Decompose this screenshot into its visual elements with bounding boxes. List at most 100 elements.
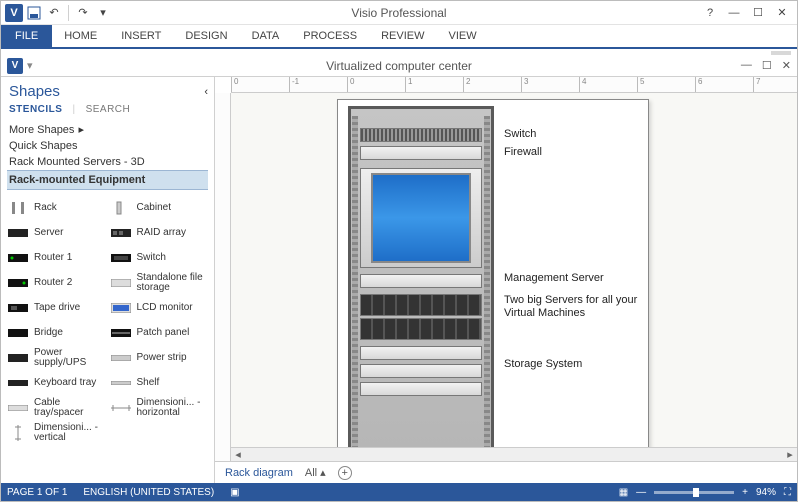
group-quick-shapes[interactable]: Quick Shapes [7,138,212,154]
window-controls: ? — ☐ ✕ [703,6,797,19]
stencil-item[interactable]: Power strip [110,346,213,370]
file-tab[interactable]: FILE [1,25,52,47]
rack-switch[interactable] [360,128,482,142]
stencil-item[interactable]: Standalone file storage [110,271,213,295]
stencil-icon [110,250,132,266]
zoom-level[interactable]: 94% [756,487,776,498]
page-tab-all[interactable]: All ▴ [305,466,326,479]
undo-icon[interactable]: ↶ [45,4,63,22]
stencil-icon [7,300,29,316]
collapse-panel-icon[interactable]: ‹ [204,86,208,98]
stencil-label: RAID array [137,228,186,238]
document-title: Virtualized computer center [326,59,472,73]
page-tab-active[interactable]: Rack diagram [225,467,293,479]
fit-page-icon[interactable]: ⛶ [784,487,791,498]
stencil-label: Bridge [34,328,63,338]
view-presentation-icon[interactable]: ▦ [619,487,628,498]
stencil-icon [7,350,29,366]
stencil-item[interactable]: Router 1 [7,246,110,270]
close-icon[interactable]: ✕ [775,6,789,19]
tab-review[interactable]: REVIEW [369,25,436,47]
zoom-in-icon[interactable]: + [742,487,748,498]
tab-view[interactable]: VIEW [436,25,488,47]
stencil-label: Shelf [137,378,160,388]
macro-record-icon[interactable]: ▣ [230,487,239,498]
rack-diagram[interactable] [348,106,494,461]
doc-close-icon[interactable]: ✕ [782,59,791,72]
stencil-item[interactable]: Switch [110,246,213,270]
label-switch[interactable]: Switch [504,128,644,141]
rack-server-1[interactable] [360,294,482,316]
stencil-item[interactable]: LCD monitor [110,296,213,320]
page-tabs: Rack diagram All ▴ + [215,461,797,483]
stencil-item[interactable]: Bridge [7,321,110,345]
tab-design[interactable]: DESIGN [173,25,239,47]
stencil-item[interactable]: Server [7,221,110,245]
tab-data[interactable]: DATA [240,25,292,47]
drawing-page[interactable]: Switch Firewall Management Server Two bi… [337,99,649,461]
document-titlebar: V ▾ Virtualized computer center — ☐ ✕ [1,55,797,77]
stencil-item[interactable]: Router 2 [7,271,110,295]
stencil-icon [7,425,29,441]
scroll-left-icon[interactable]: ◂ [231,448,245,461]
stencil-item[interactable]: Cabinet [110,196,213,220]
stencil-icon [7,225,29,241]
rack-storage-1[interactable] [360,346,482,360]
label-mgmt[interactable]: Management Server [504,272,644,285]
scroll-right-icon[interactable]: ▸ [783,448,797,461]
stencil-icon [110,350,132,366]
rack-storage-2[interactable] [360,364,482,378]
zoom-slider[interactable] [654,491,734,494]
stencil-item[interactable]: Cable tray/spacer [7,396,110,420]
save-icon[interactable] [25,4,43,22]
stencil-label: Router 1 [34,253,72,263]
stencil-item[interactable]: Shelf [110,371,213,395]
status-page[interactable]: PAGE 1 OF 1 [7,487,67,498]
titlebar: V ↶ ↷ ▾ Visio Professional ? — ☐ ✕ [1,1,797,25]
tab-process[interactable]: PROCESS [291,25,369,47]
horizontal-scrollbar[interactable]: ◂ ▸ [231,447,797,461]
minimize-icon[interactable]: — [727,7,741,19]
canvas-area: 0-101234567 [215,77,797,483]
status-language[interactable]: ENGLISH (UNITED STATES) [83,487,214,498]
tab-search[interactable]: SEARCH [86,104,131,115]
doc-maximize-icon[interactable]: ☐ [762,59,772,72]
maximize-icon[interactable]: ☐ [751,6,765,19]
group-more-shapes[interactable]: More Shapes ▸ [7,121,212,138]
label-servers[interactable]: Two big Servers for all your Virtual Mac… [504,294,644,320]
group-rack-equipment[interactable]: Rack-mounted Equipment [7,170,208,190]
stencil-label: LCD monitor [137,303,193,313]
stencil-item[interactable]: Tape drive [7,296,110,320]
drawing-canvas[interactable]: Switch Firewall Management Server Two bi… [231,93,797,461]
rack-server-2[interactable] [360,318,482,340]
rack-monitor[interactable] [360,168,482,268]
stencil-item[interactable]: Rack [7,196,110,220]
quick-access-toolbar: V ↶ ↷ ▾ [1,4,112,22]
doc-dropdown-icon[interactable]: ▾ [27,59,33,72]
help-icon[interactable]: ? [703,7,717,19]
stencil-item[interactable]: Patch panel [110,321,213,345]
stencil-icon [110,300,132,316]
tab-stencils[interactable]: STENCILS [9,104,62,115]
stencil-item[interactable]: Keyboard tray [7,371,110,395]
rack-firewall[interactable] [360,146,482,160]
stencil-icon [110,200,132,216]
stencil-item[interactable]: RAID array [110,221,213,245]
rack-storage-3[interactable] [360,382,482,396]
label-firewall[interactable]: Firewall [504,146,644,159]
zoom-out-icon[interactable]: — [636,487,646,498]
doc-minimize-icon[interactable]: — [741,59,752,72]
redo-icon[interactable]: ↷ [74,4,92,22]
stencil-label: Tape drive [34,303,80,313]
stencil-label: Cable tray/spacer [34,398,110,418]
tab-home[interactable]: HOME [52,25,109,47]
tab-insert[interactable]: INSERT [109,25,173,47]
qat-dropdown-icon[interactable]: ▾ [94,4,112,22]
group-rack-3d[interactable]: Rack Mounted Servers - 3D [7,154,212,170]
add-page-button[interactable]: + [338,466,352,480]
label-storage[interactable]: Storage System [504,358,644,371]
rack-mgmt-server[interactable] [360,274,482,288]
stencil-item[interactable]: Dimensioni... - horizontal [110,396,213,420]
stencil-item[interactable]: Dimensioni... - vertical [7,421,110,445]
stencil-item[interactable]: Power supply/UPS [7,346,110,370]
